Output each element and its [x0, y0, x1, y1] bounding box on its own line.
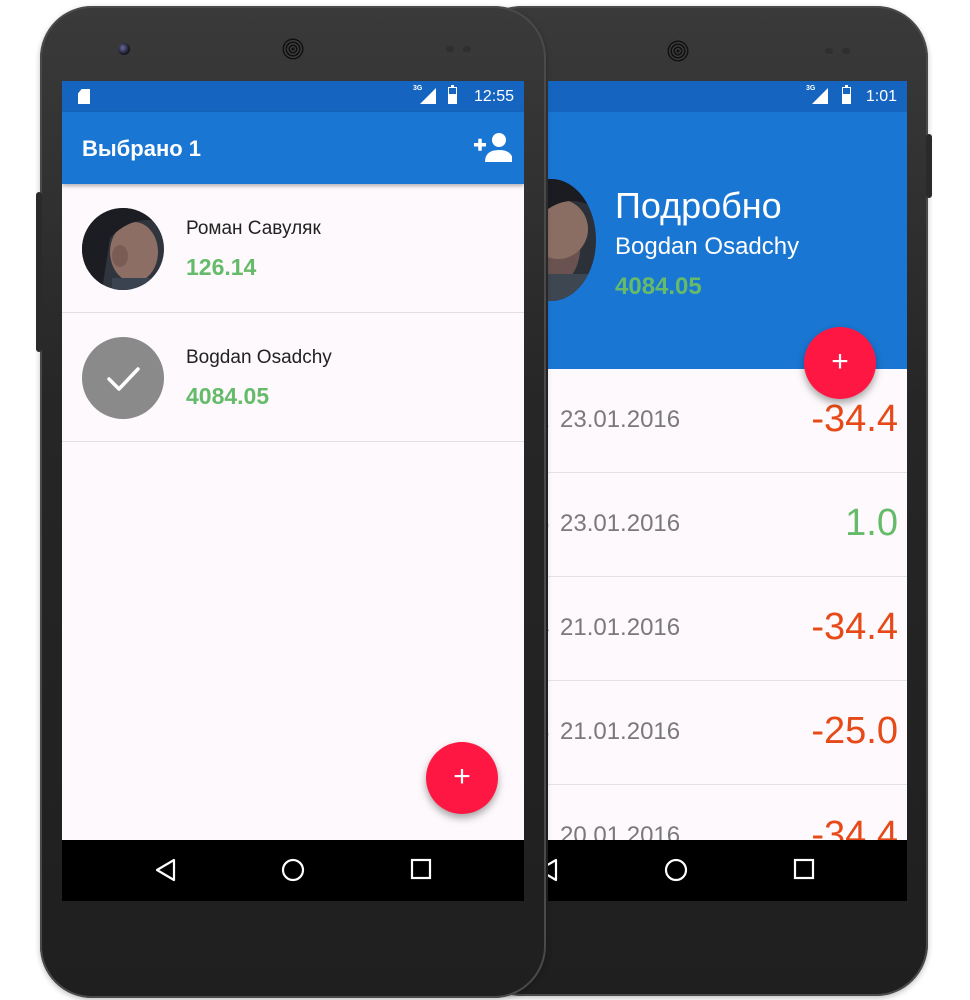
back-icon[interactable] [548, 858, 558, 882]
nav-bar [548, 840, 907, 901]
selected-avatar [82, 337, 164, 419]
clock: 12:55 [473, 88, 514, 105]
contact-row[interactable]: Bogdan Osadchy 4084.05 [62, 313, 524, 442]
sd-card-icon [78, 89, 90, 104]
transaction-id: 5 [548, 510, 549, 538]
app-bar: Выбрано 1 [62, 112, 524, 184]
transaction-id: 3 [548, 718, 549, 746]
contact-name: Bogdan Osadchy [615, 233, 800, 260]
selection-title: Выбрано 1 [82, 136, 202, 161]
speaker-grille-icon [666, 39, 690, 63]
transaction-amount: -34.4 [811, 606, 898, 648]
add-transaction-fab[interactable]: + [804, 327, 876, 399]
detail-screen: 3G 1:01 Подробно Bogdan Osadchy 4084.05 … [548, 81, 907, 901]
transaction-amount: -34.4 [811, 398, 898, 440]
transaction-date: 21.01.2016 [560, 718, 681, 745]
sensor-icon [842, 48, 850, 54]
contact-avatar [548, 179, 596, 301]
recents-icon[interactable] [793, 858, 815, 880]
contact-name: Bogdan Osadchy [186, 347, 332, 368]
detail-title: Подробно [615, 185, 782, 226]
transaction-amount: -25.0 [811, 710, 898, 752]
sensor-icon [463, 46, 471, 52]
contact-total: 4084.05 [615, 273, 702, 300]
transaction-row[interactable]: 3 21.01.2016 -25.0 [548, 681, 907, 785]
contact-avatar [82, 208, 164, 290]
nav-bar [62, 840, 524, 901]
contact-balance: 126.14 [186, 254, 257, 280]
power-button [926, 134, 932, 198]
transaction-date: 23.01.2016 [560, 406, 681, 433]
front-camera-icon [118, 43, 130, 55]
battery-icon [842, 85, 851, 104]
status-bar: 3G 1:01 [548, 81, 907, 112]
clock: 1:01 [865, 88, 897, 105]
speaker-grille-icon [281, 37, 305, 61]
back-icon[interactable] [154, 858, 176, 882]
recents-icon[interactable] [410, 858, 432, 880]
sensor-icon [446, 46, 454, 52]
check-icon [107, 367, 140, 391]
transaction-amount: 1.0 [845, 502, 898, 544]
signal-icon [420, 88, 436, 104]
sensor-icon [825, 48, 833, 54]
transaction-row[interactable]: 4 21.01.2016 -34.4 [548, 577, 907, 681]
add-person-icon[interactable] [474, 132, 512, 162]
transaction-date: 23.01.2016 [560, 510, 681, 537]
transaction-id: 4 [548, 614, 549, 642]
home-icon[interactable] [281, 858, 305, 882]
contact-row[interactable]: Роман Савуляк 126.14 [62, 184, 524, 313]
battery-icon [448, 85, 457, 104]
contact-name: Роман Савуляк [186, 218, 321, 239]
home-icon[interactable] [664, 858, 688, 882]
volume-button [36, 192, 42, 352]
contacts-screen: 3G 12:55 Выбрано 1 Роман Савуляк 126.14 [62, 81, 524, 901]
transaction-date: 21.01.2016 [560, 614, 681, 641]
contact-balance: 4084.05 [186, 383, 270, 409]
signal-icon [812, 88, 828, 104]
status-bar: 3G 12:55 [62, 81, 524, 112]
transaction-id: 1 [548, 406, 549, 434]
transaction-row[interactable]: 5 23.01.2016 1.0 [548, 473, 907, 577]
add-contact-fab[interactable]: + [426, 742, 498, 814]
